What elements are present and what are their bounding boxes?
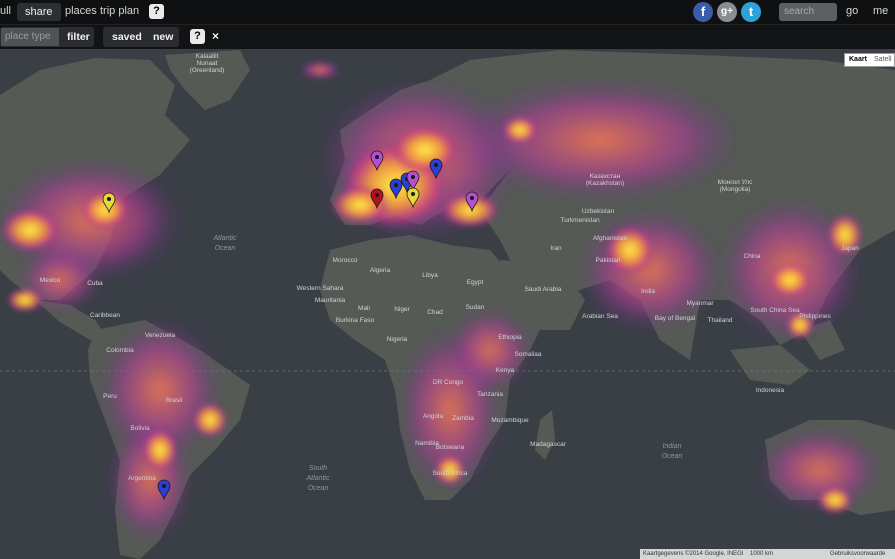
go-button[interactable]: go — [846, 5, 858, 17]
new-button[interactable]: new — [153, 28, 173, 46]
ocean-label: Ocean — [662, 453, 683, 460]
country-label: Algeria — [370, 267, 391, 274]
google-plus-icon[interactable]: g+ — [717, 2, 737, 22]
country-label: Myanmar — [686, 300, 714, 307]
country-label: Nigeria — [387, 336, 408, 343]
facebook-icon[interactable]: f — [693, 2, 713, 22]
ocean-label: Indian — [662, 443, 681, 450]
country-label: Colombia — [106, 347, 134, 354]
country-label: Sudan — [466, 304, 485, 311]
country-label: Nunaat — [197, 60, 218, 67]
country-label: Mauritania — [315, 297, 346, 304]
satellite-view-button[interactable]: Satell — [874, 56, 892, 63]
country-label: Egypt — [467, 279, 484, 286]
country-label: Morocco — [333, 257, 358, 264]
ocean-label: Atlantic — [306, 475, 330, 482]
saved-new-group: saved new — [103, 27, 179, 47]
ocean-label: Atlantic — [213, 235, 237, 242]
map-scale: 1000 km — [750, 551, 774, 557]
country-label: Angola — [423, 413, 444, 420]
country-label: Peru — [103, 393, 117, 400]
country-label: Venezuela — [145, 332, 176, 339]
me-button[interactable]: me — [873, 5, 888, 17]
place-type-input[interactable]: place type — [1, 28, 59, 46]
country-label: (Greenland) — [190, 67, 225, 74]
country-label: China — [744, 253, 761, 260]
country-label: India — [641, 288, 655, 295]
country-label: Turkmenistan — [560, 217, 600, 224]
world-heatmap[interactable]: Atlantic Ocean South Atlantic Ocean Indi… — [0, 49, 895, 559]
country-label: Zambia — [452, 415, 474, 422]
ocean-label: South — [309, 465, 327, 472]
country-label: (Kazakhstan) — [586, 180, 624, 187]
country-label: Somaliaa — [514, 351, 541, 358]
country-label: Mozambique — [491, 417, 529, 424]
country-label: Казахстан — [590, 173, 621, 180]
twitter-icon[interactable]: t — [741, 2, 761, 22]
country-label: DR Congo — [433, 379, 464, 386]
country-label: South China Sea — [750, 307, 800, 314]
close-filter-button[interactable]: × — [212, 27, 219, 45]
ocean-label: Ocean — [308, 485, 329, 492]
country-label: Kenya — [496, 367, 515, 374]
country-label: Argentina — [128, 475, 156, 482]
country-label: Mali — [358, 305, 370, 312]
nav-item-ull[interactable]: ull — [0, 5, 11, 17]
map-type-toggle: Kaart Satell — [844, 53, 895, 67]
country-label: Burkina Faso — [336, 317, 375, 324]
country-label: Philippines — [799, 313, 831, 320]
country-label: Bay of Bengal — [655, 315, 696, 322]
country-label: Ethiopia — [498, 334, 522, 341]
country-label: Pakistan — [596, 257, 621, 264]
country-label: Bolivia — [130, 425, 150, 432]
ocean-label: Ocean — [215, 245, 236, 252]
country-label: Niger — [394, 306, 410, 313]
help-button[interactable]: ? — [149, 4, 164, 19]
map-view-button[interactable]: Kaart — [849, 56, 867, 63]
country-label: Uzbekistan — [582, 208, 615, 215]
nav-item-places[interactable]: places — [65, 5, 97, 17]
map-footer: Kaartgegevens ©2014 Google, INEGI 1000 k… — [640, 549, 895, 559]
country-label: Kalaallit — [196, 53, 219, 60]
country-label: Монгол Улс — [718, 179, 753, 186]
country-label: Libya — [422, 272, 438, 279]
country-label: Brasil — [166, 397, 183, 404]
top-nav-bar: ull share places trip plan ? f g+ t sear… — [0, 0, 895, 25]
country-label: Madagascar — [530, 441, 567, 448]
country-label: Western Sahara — [297, 285, 344, 292]
toolbar-help-button[interactable]: ? — [190, 29, 205, 44]
country-label: Cuba — [87, 280, 103, 287]
country-label: Japan — [841, 245, 859, 252]
search-input[interactable]: search — [779, 3, 837, 21]
filter-toolbar: place type filter saved new ? × — [0, 25, 895, 49]
country-label: Chad — [427, 309, 443, 316]
country-label: Caribbean — [90, 312, 120, 319]
country-label: Botswana — [436, 444, 465, 451]
terms-link[interactable]: Gebruiksvoorwaarde — [830, 549, 885, 559]
country-label: Arabian Sea — [582, 313, 618, 320]
nav-item-share[interactable]: share — [17, 3, 61, 21]
map-attribution: Kaartgegevens ©2014 Google, INEGI — [643, 551, 744, 557]
country-label: Saudi Arabia — [525, 286, 562, 293]
country-label: Mexico — [40, 277, 61, 284]
country-label: Thailand — [708, 317, 733, 324]
country-label: (Mongolia) — [720, 186, 751, 193]
map-canvas[interactable]: Atlantic Ocean South Atlantic Ocean Indi… — [0, 49, 895, 559]
country-label: South Africa — [432, 470, 467, 477]
country-label: Iran — [550, 245, 562, 252]
country-label: Tanzania — [477, 391, 503, 398]
saved-button[interactable]: saved — [112, 28, 142, 46]
country-label: Afghanistan — [593, 235, 628, 242]
country-label: Indonesia — [756, 387, 785, 394]
filter-button[interactable]: filter — [67, 28, 90, 46]
place-type-filter-group: place type filter — [0, 27, 94, 47]
nav-item-trip-plan[interactable]: trip plan — [100, 5, 139, 17]
